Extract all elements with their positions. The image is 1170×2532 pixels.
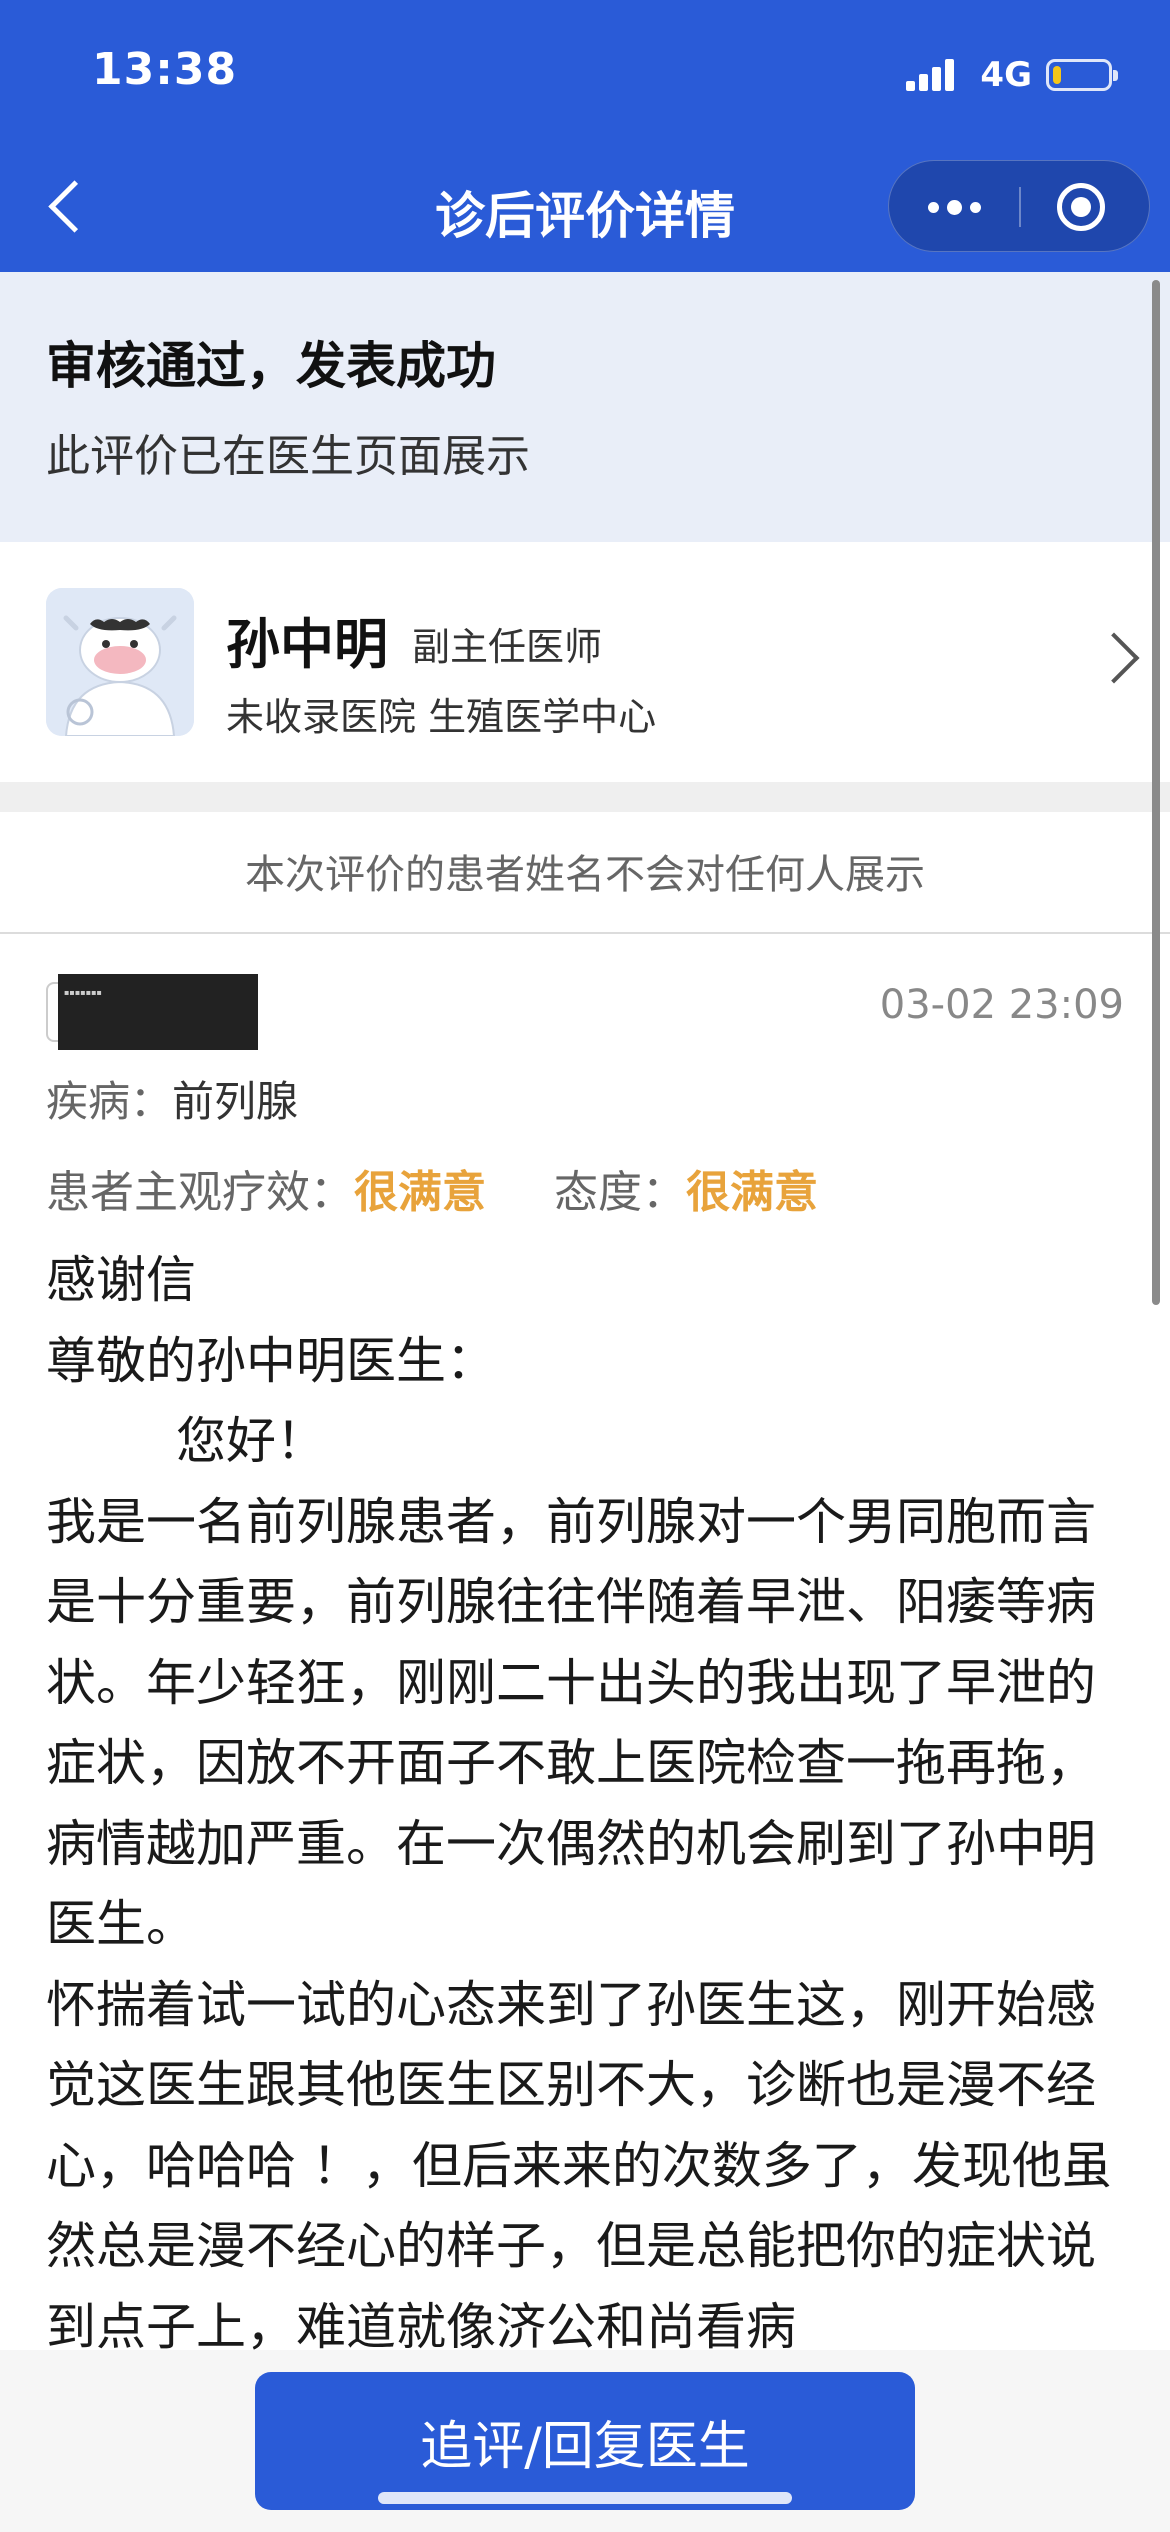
banner-subtitle: 此评价已在医生页面展示 (46, 431, 530, 482)
review-paragraph: 怀揣着试一试的心态来到了孙医生这，刚开始感觉这医生跟其他医生区别不大，诊断也是漫… (46, 1975, 1112, 2356)
review-body: 感谢信 尊敬的孙中明医生： 您好！ 我是一名前列腺患者，前列腺对一个男同胞而言是… (46, 1240, 1136, 2367)
attitude-label: 态度： (554, 1167, 686, 1218)
doctor-avatar (46, 588, 194, 736)
capsule-divider (1019, 187, 1021, 227)
reply-doctor-button[interactable]: 追评/回复医生 (255, 2372, 915, 2510)
battery-icon (1046, 59, 1118, 91)
close-button[interactable] (1057, 183, 1105, 231)
more-dots-icon (927, 201, 939, 213)
efficacy-value: 很满意 (354, 1167, 486, 1218)
divider (0, 932, 1170, 934)
review-line: 感谢信 (46, 1251, 196, 1309)
redacted-patient-name: ▪▪▪▪▪▪▪ (58, 974, 258, 1050)
disease-value: 前列腺 (172, 1077, 299, 1126)
scrollbar[interactable] (1152, 280, 1160, 1305)
section-gap (0, 782, 1170, 812)
network-type: 4G (980, 55, 1032, 95)
ratings-row: 患者主观疗效：很满意 态度：很满意 (46, 1156, 818, 1220)
review-date: 03-02 23:09 (879, 982, 1124, 1028)
signal-icon (906, 55, 966, 95)
review-paragraph: 我是一名前列腺患者，前列腺对一个男同胞而言是十分重要，前列腺往往伴随着早泄、阳痿… (46, 1492, 1096, 1954)
doctor-name: 孙中明 (226, 613, 388, 676)
disease-label: 疾病： (46, 1077, 173, 1126)
privacy-notice: 本次评价的患者姓名不会对任何人展示 (245, 852, 925, 898)
review-line: 您好！ (176, 1412, 326, 1470)
attitude-value: 很满意 (686, 1167, 818, 1218)
disease-row: 疾病：前列腺 (46, 1068, 298, 1129)
efficacy-label: 患者主观疗效： (46, 1167, 354, 1218)
status-indicators: 4G (906, 50, 1118, 100)
doctor-hospital: 未收录医院 生殖医学中心 (226, 695, 657, 739)
mini-program-capsule (888, 160, 1150, 252)
doctor-title: 副主任医师 (412, 625, 603, 669)
more-button[interactable] (889, 161, 1019, 253)
review-line: 尊敬的孙中明医生： (46, 1331, 496, 1390)
status-time: 13:38 (92, 44, 238, 95)
status-banner (0, 272, 1170, 542)
home-indicator[interactable] (378, 2492, 792, 2504)
banner-title: 审核通过，发表成功 (46, 337, 496, 395)
